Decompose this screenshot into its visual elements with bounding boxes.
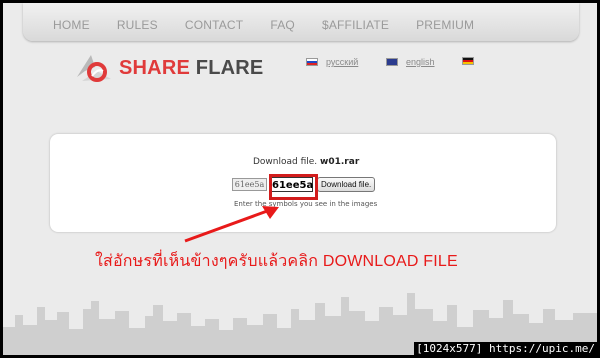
page-frame: HOME RULES CONTACT FAQ $AFFILIATE PREMIU… — [0, 0, 600, 358]
russian-flag-icon — [306, 58, 318, 66]
logo-share-text: SHARE — [119, 56, 191, 79]
logo-flare-text: FLARE — [195, 56, 264, 79]
language-russian[interactable]: русский — [306, 57, 358, 67]
captcha-highlight-box — [269, 174, 318, 200]
german-flag-icon[interactable] — [462, 57, 474, 65]
nav-affiliate[interactable]: $AFFILIATE — [322, 18, 389, 32]
captcha-image: 61ee5a — [232, 178, 267, 191]
language-english[interactable]: english — [386, 57, 435, 67]
download-file-line: Download file. w01.rar — [253, 157, 359, 167]
annotation-arrow-icon — [184, 206, 279, 243]
flare-logo-icon — [75, 51, 117, 85]
nav-home[interactable]: HOME — [53, 18, 90, 32]
top-navigation: HOME RULES CONTACT FAQ $AFFILIATE PREMIU… — [23, 3, 579, 41]
watermark-text: [1024x577] https://upic.me/ — [414, 342, 597, 355]
nav-rules[interactable]: RULES — [117, 18, 158, 32]
language-german[interactable] — [462, 57, 474, 65]
site-logo[interactable]: SHARE FLARE — [75, 51, 263, 85]
nav-premium[interactable]: PREMIUM — [416, 18, 474, 32]
nav-faq[interactable]: FAQ — [270, 18, 295, 32]
nav-contact[interactable]: CONTACT — [185, 18, 244, 32]
english-flag-icon — [386, 58, 398, 66]
language-english-link[interactable]: english — [406, 57, 435, 67]
file-name: w01.rar — [320, 157, 360, 167]
language-russian-link[interactable]: русский — [326, 57, 358, 67]
download-label: Download file. — [253, 157, 318, 167]
download-file-button[interactable]: Download file. — [317, 177, 376, 192]
annotation-text: ใส่อักษรที่เห็นข้างๆครับแล้วคลิก DOWNLOA… — [95, 253, 458, 270]
logo-text: SHARE FLARE — [119, 57, 263, 80]
